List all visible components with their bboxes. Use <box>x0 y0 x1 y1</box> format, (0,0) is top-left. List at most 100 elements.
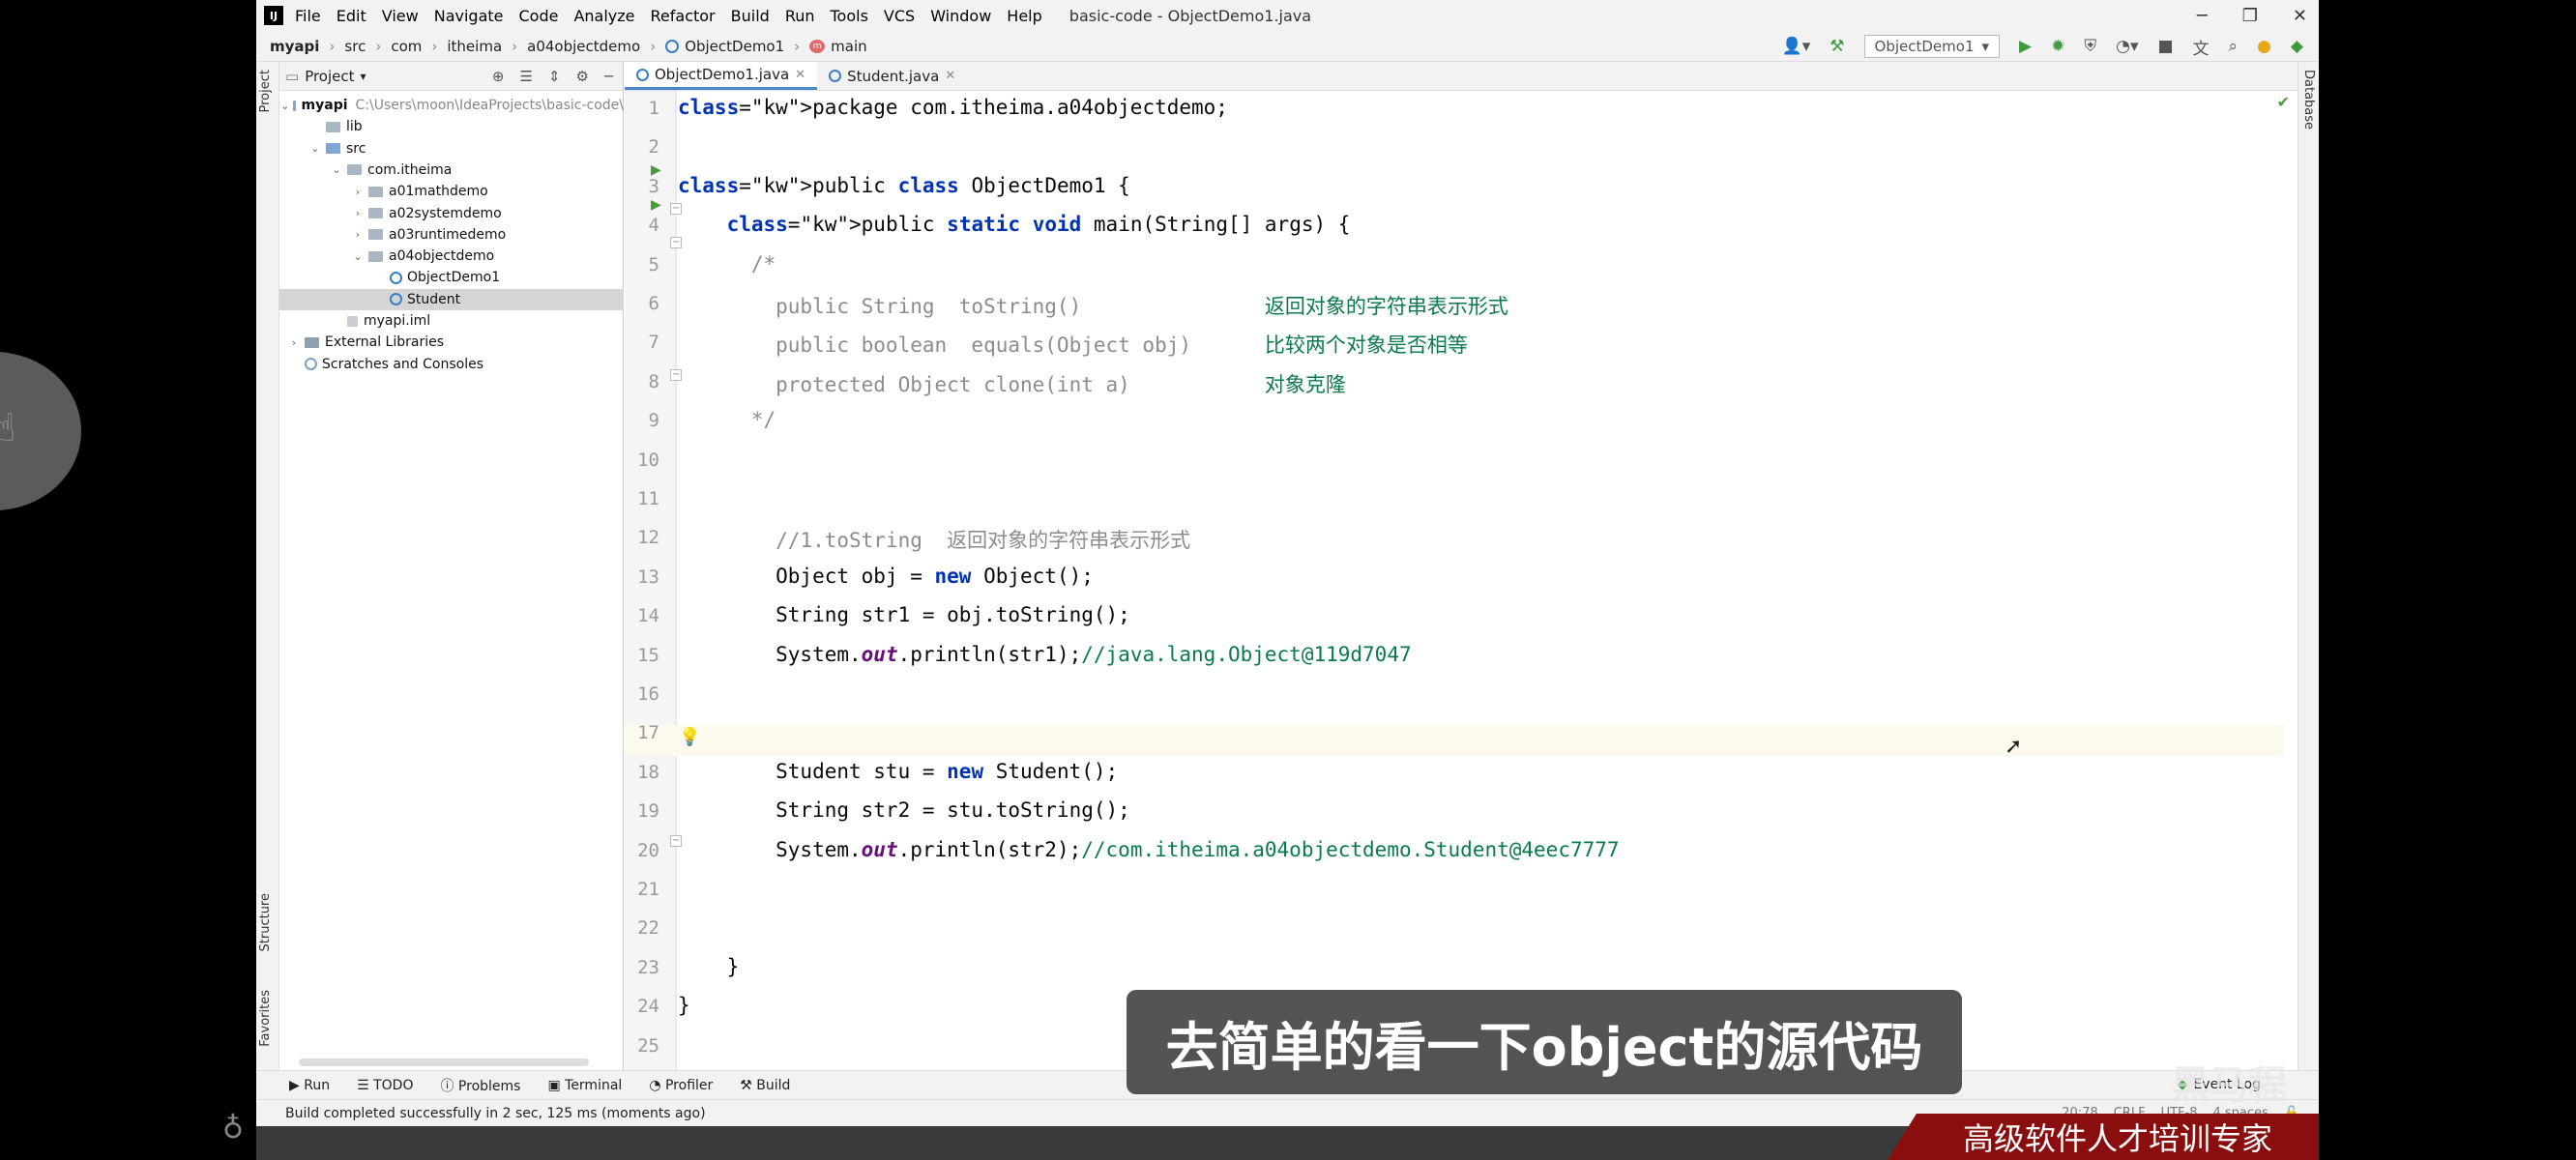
tool-build[interactable]: ⚒ Build <box>740 1078 790 1093</box>
project-side-tab[interactable]: Project <box>258 70 273 112</box>
tree-item[interactable]: ⌄ src <box>279 138 624 160</box>
chevron-right-icon[interactable]: › <box>351 207 365 219</box>
menu-vcs[interactable]: VCS <box>884 7 915 25</box>
breadcrumb-com[interactable]: com <box>391 38 422 55</box>
update-icon[interactable]: ● <box>2257 37 2271 56</box>
database-side-tab[interactable]: Database <box>2301 70 2316 130</box>
tree-item[interactable]: myapi.iml <box>279 310 624 332</box>
breadcrumb-itheima[interactable]: itheima <box>447 38 502 55</box>
breadcrumb-method[interactable]: main <box>831 38 866 55</box>
run-config-select[interactable]: ObjectDemo1 ▾ <box>1863 35 2001 58</box>
collapse-all-icon[interactable]: ⇕ <box>548 68 561 85</box>
chevron-down-icon[interactable]: ⌄ <box>330 163 343 176</box>
run-gutter-icon[interactable]: ▶ <box>651 197 661 213</box>
close-tab-icon[interactable]: ✕ <box>795 68 805 82</box>
chevron-down-icon[interactable]: ⌄ <box>351 250 365 263</box>
menu-run[interactable]: Run <box>785 7 815 25</box>
code-line[interactable]: /* <box>678 252 776 276</box>
breadcrumb-class[interactable]: ObjectDemo1 <box>685 38 784 55</box>
plugin-icon[interactable]: ◆ <box>2291 37 2303 56</box>
locate-icon[interactable]: ⊕ <box>492 68 505 85</box>
tree-item[interactable]: ⌄ a04objectdemo <box>279 246 624 267</box>
tool-run[interactable]: ▶ Run <box>289 1078 330 1093</box>
chevron-down-icon[interactable]: ▾ <box>361 70 366 83</box>
translate-icon[interactable]: 文 <box>2193 35 2210 59</box>
code-line[interactable]: String str1 = obj.toString(); <box>678 603 1130 626</box>
expand-all-icon[interactable]: ☰ <box>519 68 532 85</box>
code-line[interactable]: public String toString() 返回对象的字符串表示形式 <box>678 291 1508 320</box>
menu-navigate[interactable]: Navigate <box>434 7 504 25</box>
tree-item[interactable]: › a02systemdemo <box>279 203 624 224</box>
tree-item[interactable]: ⌄ com.itheima <box>279 160 624 181</box>
chevron-right-icon[interactable]: › <box>351 186 365 198</box>
breadcrumb-src[interactable]: src <box>344 38 366 55</box>
tree-item[interactable]: › a03runtimedemo <box>279 224 624 246</box>
menu-build[interactable]: Build <box>731 7 770 25</box>
code-line[interactable]: */ <box>678 408 776 431</box>
search-icon[interactable]: ⌕ <box>2229 37 2239 56</box>
coverage-icon[interactable]: ⛨ <box>2084 37 2096 56</box>
close-icon[interactable]: ✕ <box>2293 6 2307 26</box>
code-line[interactable]: } <box>678 994 690 1017</box>
fold-icon[interactable]: − <box>670 835 682 847</box>
tool-profiler[interactable]: ◔ Profiler <box>649 1078 713 1093</box>
code-line[interactable]: class="kw">public static void main(Strin… <box>678 213 1351 236</box>
code-line[interactable]: class="kw">package com.itheima.a04object… <box>678 96 1228 119</box>
menu-tools[interactable]: Tools <box>831 7 868 25</box>
tree-item[interactable]: › External Libraries <box>279 332 624 353</box>
tree-item[interactable]: lib <box>279 116 624 137</box>
fold-icon[interactable]: − <box>670 369 682 381</box>
menu-code[interactable]: Code <box>519 7 559 25</box>
user-menu-icon[interactable]: 👤▾ <box>1782 37 1811 56</box>
profile-icon[interactable]: ◔▾ <box>2116 37 2138 56</box>
hide-icon[interactable]: ─ <box>604 68 613 85</box>
project-panel-title[interactable]: Project <box>305 68 354 85</box>
code-line[interactable]: //1.toString 返回对象的字符串表示形式 <box>678 525 1190 554</box>
tool-problems[interactable]: ⓘ Problems <box>440 1076 520 1095</box>
menu-analyze[interactable]: Analyze <box>573 7 634 25</box>
restore-icon[interactable]: ❐ <box>2242 6 2258 26</box>
menu-view[interactable]: View <box>382 7 419 25</box>
build-hammer-icon[interactable]: ⚒ <box>1830 37 1844 56</box>
menu-window[interactable]: Window <box>930 7 991 25</box>
menu-help[interactable]: Help <box>1007 7 1041 25</box>
code-line[interactable]: String str2 = stu.toString(); <box>678 798 1130 822</box>
chevron-down-icon[interactable]: ⌄ <box>308 142 322 155</box>
menu-file[interactable]: File <box>295 7 321 25</box>
code-line[interactable]: System.out.println(str2);//com.itheima.a… <box>678 838 1619 861</box>
chevron-down-icon[interactable]: ⌄ <box>280 100 289 112</box>
tool-todo[interactable]: ☰ TODO <box>357 1078 413 1093</box>
tab-objectdemo1[interactable]: ObjectDemo1.java ✕ <box>625 62 818 90</box>
tree-item[interactable]: ObjectDemo1 <box>279 267 624 288</box>
code-line[interactable]: Object obj = new Object(); <box>678 565 1094 588</box>
run-gutter-icon[interactable]: ▶ <box>651 162 661 178</box>
close-tab-icon[interactable]: ✕ <box>945 69 955 83</box>
tree-item[interactable]: ⌄ myapi C:\Users\moon\IdeaProjects\basic-c… <box>279 95 624 116</box>
favorites-side-tab[interactable]: Favorites <box>258 990 273 1047</box>
fold-icon[interactable]: − <box>670 237 682 248</box>
stop-icon[interactable]: ■ <box>2157 37 2173 56</box>
debug-icon[interactable]: ✹ <box>2051 37 2064 56</box>
lightbulb-icon[interactable]: 💡 <box>679 727 700 747</box>
code-line[interactable]: Student stu = new Student(); <box>678 760 1118 783</box>
horizontal-scrollbar[interactable] <box>299 1058 589 1066</box>
run-icon[interactable]: ▶ <box>2019 37 2032 56</box>
chevron-right-icon[interactable]: › <box>287 336 301 349</box>
tab-student[interactable]: Student.java ✕ <box>817 62 967 90</box>
code-line[interactable]: System.out.println(str1);//java.lang.Obj… <box>678 643 1411 666</box>
structure-side-tab[interactable]: Structure <box>258 893 273 951</box>
chevron-right-icon[interactable]: › <box>351 228 365 241</box>
menu-refactor[interactable]: Refactor <box>651 7 716 25</box>
code-line[interactable]: protected Object clone(int a) 对象克隆 <box>678 369 1346 398</box>
tool-terminal[interactable]: ▣ Terminal <box>547 1078 622 1093</box>
menu-edit[interactable]: Edit <box>337 7 366 25</box>
gear-icon[interactable]: ⚙ <box>576 68 589 85</box>
tree-item[interactable]: › a01mathdemo <box>279 181 624 202</box>
fold-icon[interactable]: − <box>670 203 682 215</box>
breadcrumb-package[interactable]: a04objectdemo <box>527 38 640 55</box>
code-line[interactable]: public boolean equals(Object obj) 比较两个对象… <box>678 330 1468 359</box>
tree-item[interactable]: Scratches and Consoles <box>279 354 624 375</box>
breadcrumb-project[interactable]: myapi <box>270 38 319 55</box>
code-line[interactable]: } <box>678 955 740 978</box>
tree-item[interactable]: Student <box>279 288 624 310</box>
